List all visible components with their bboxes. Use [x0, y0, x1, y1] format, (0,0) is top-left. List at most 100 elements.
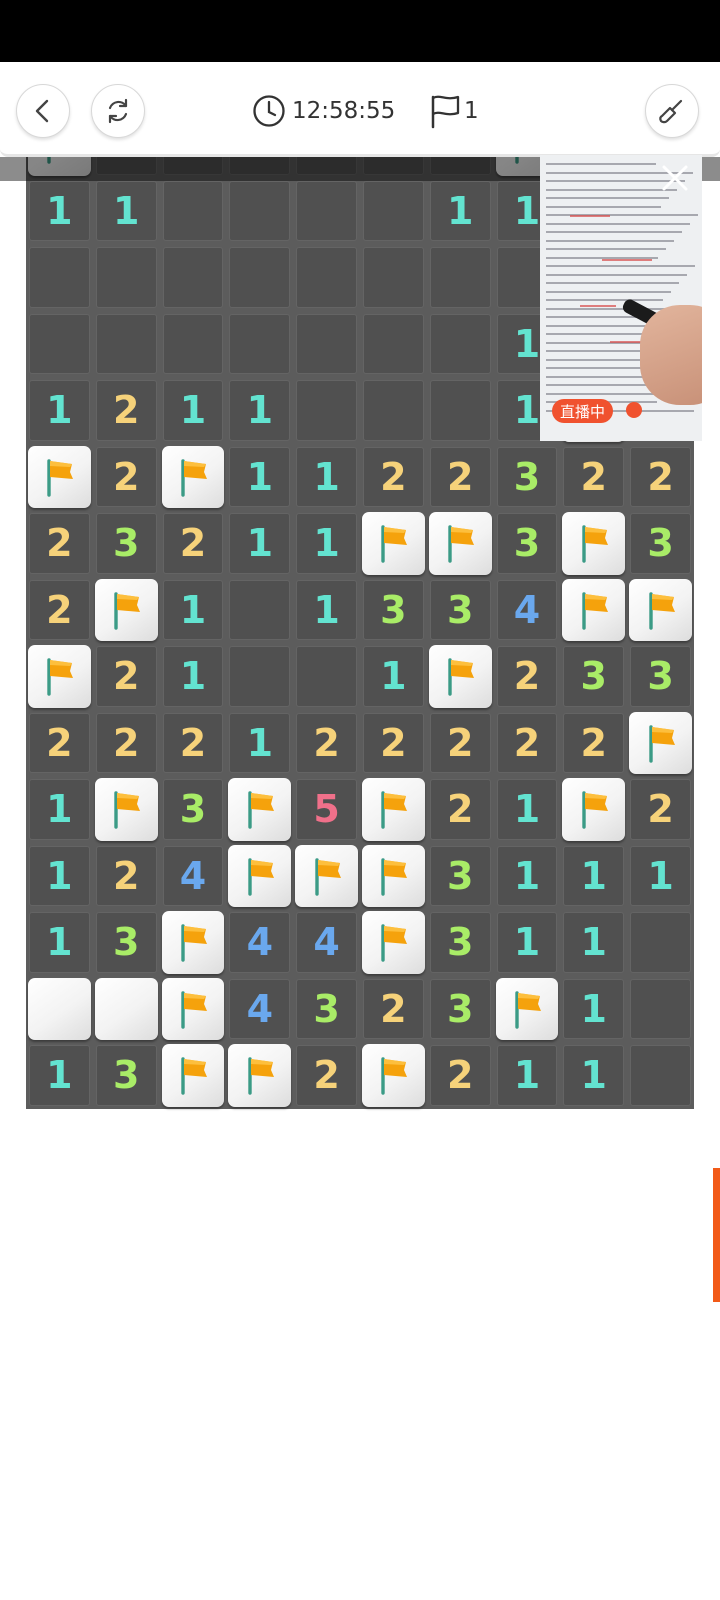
empty-cell[interactable] [160, 244, 227, 311]
number-cell[interactable]: 1 [26, 909, 93, 976]
empty-cell[interactable] [360, 311, 427, 378]
flagged-cell[interactable] [427, 510, 494, 577]
number-cell[interactable]: 2 [26, 710, 93, 777]
live-stream-window[interactable]: 直播中 [540, 155, 702, 441]
number-cell[interactable]: 2 [560, 710, 627, 777]
number-cell[interactable]: 3 [93, 1042, 160, 1109]
number-cell[interactable]: 2 [560, 444, 627, 511]
number-cell[interactable]: 5 [293, 776, 360, 843]
number-cell[interactable]: 1 [226, 510, 293, 577]
flagged-cell[interactable] [360, 843, 427, 910]
number-cell[interactable]: 2 [93, 643, 160, 710]
empty-cell[interactable] [160, 178, 227, 245]
number-cell[interactable]: 1 [293, 577, 360, 644]
flagged-cell[interactable] [560, 577, 627, 644]
number-cell[interactable]: 2 [627, 776, 694, 843]
scrollbar-thumb[interactable] [713, 1168, 720, 1302]
empty-cell[interactable] [26, 311, 93, 378]
empty-cell[interactable] [293, 178, 360, 245]
number-cell[interactable]: 2 [160, 510, 227, 577]
flagged-cell[interactable] [93, 776, 160, 843]
flagged-cell[interactable] [226, 776, 293, 843]
number-cell[interactable]: 2 [93, 444, 160, 511]
number-cell[interactable]: 1 [26, 1042, 93, 1109]
number-cell[interactable]: 1 [26, 178, 93, 245]
number-cell[interactable]: 1 [627, 843, 694, 910]
number-cell[interactable]: 1 [427, 178, 494, 245]
number-cell[interactable]: 1 [360, 643, 427, 710]
empty-cell[interactable] [293, 643, 360, 710]
number-cell[interactable]: 2 [427, 776, 494, 843]
number-cell[interactable]: 2 [427, 1042, 494, 1109]
number-cell[interactable]: 1 [26, 377, 93, 444]
number-cell[interactable]: 2 [93, 710, 160, 777]
flagged-cell[interactable] [360, 510, 427, 577]
number-cell[interactable]: 1 [226, 377, 293, 444]
number-cell[interactable]: 1 [560, 909, 627, 976]
empty-cell[interactable] [226, 311, 293, 378]
number-cell[interactable]: 1 [226, 710, 293, 777]
restart-button[interactable] [91, 84, 145, 138]
number-cell[interactable]: 2 [360, 444, 427, 511]
number-cell[interactable]: 4 [293, 909, 360, 976]
number-cell[interactable]: 2 [293, 710, 360, 777]
number-cell[interactable]: 3 [560, 643, 627, 710]
number-cell[interactable]: 2 [293, 1042, 360, 1109]
number-cell[interactable]: 3 [427, 577, 494, 644]
number-cell[interactable]: 3 [627, 643, 694, 710]
number-cell[interactable]: 2 [26, 510, 93, 577]
number-cell[interactable]: 1 [293, 510, 360, 577]
number-cell[interactable]: 2 [427, 444, 494, 511]
settings-button[interactable] [645, 84, 699, 138]
number-cell[interactable]: 3 [494, 444, 561, 511]
number-cell[interactable]: 1 [160, 643, 227, 710]
flagged-cell[interactable] [160, 444, 227, 511]
number-cell[interactable]: 2 [627, 444, 694, 511]
flagged-cell[interactable] [427, 643, 494, 710]
number-cell[interactable]: 1 [494, 1042, 561, 1109]
flagged-cell[interactable] [26, 444, 93, 511]
number-cell[interactable]: 2 [494, 710, 561, 777]
empty-cell[interactable] [293, 244, 360, 311]
flagged-cell[interactable] [93, 577, 160, 644]
number-cell[interactable]: 4 [494, 577, 561, 644]
flagged-cell[interactable] [560, 776, 627, 843]
number-cell[interactable]: 4 [160, 843, 227, 910]
number-cell[interactable]: 1 [160, 377, 227, 444]
number-cell[interactable]: 1 [494, 843, 561, 910]
empty-cell[interactable] [427, 311, 494, 378]
empty-cell[interactable] [293, 377, 360, 444]
flagged-cell[interactable] [360, 1042, 427, 1109]
empty-cell[interactable] [360, 244, 427, 311]
covered-cell[interactable] [26, 976, 93, 1043]
flagged-cell[interactable] [226, 1042, 293, 1109]
flagged-cell[interactable] [360, 909, 427, 976]
flagged-cell[interactable] [293, 843, 360, 910]
flagged-cell[interactable] [160, 909, 227, 976]
number-cell[interactable]: 3 [93, 510, 160, 577]
number-cell[interactable]: 2 [93, 377, 160, 444]
empty-cell[interactable] [427, 244, 494, 311]
number-cell[interactable]: 4 [226, 976, 293, 1043]
flagged-cell[interactable] [26, 643, 93, 710]
number-cell[interactable]: 2 [360, 976, 427, 1043]
number-cell[interactable]: 2 [360, 710, 427, 777]
empty-cell[interactable] [26, 244, 93, 311]
number-cell[interactable]: 3 [494, 510, 561, 577]
number-cell[interactable]: 2 [26, 577, 93, 644]
number-cell[interactable]: 1 [226, 444, 293, 511]
number-cell[interactable]: 1 [26, 843, 93, 910]
empty-cell[interactable] [226, 178, 293, 245]
number-cell[interactable]: 1 [26, 776, 93, 843]
number-cell[interactable]: 3 [427, 976, 494, 1043]
number-cell[interactable]: 3 [93, 909, 160, 976]
number-cell[interactable]: 2 [160, 710, 227, 777]
close-icon[interactable] [658, 161, 692, 195]
number-cell[interactable]: 1 [293, 444, 360, 511]
empty-cell[interactable] [93, 311, 160, 378]
empty-cell[interactable] [627, 1042, 694, 1109]
number-cell[interactable]: 1 [560, 1042, 627, 1109]
flagged-cell[interactable] [494, 976, 561, 1043]
number-cell[interactable]: 3 [293, 976, 360, 1043]
number-cell[interactable]: 2 [93, 843, 160, 910]
